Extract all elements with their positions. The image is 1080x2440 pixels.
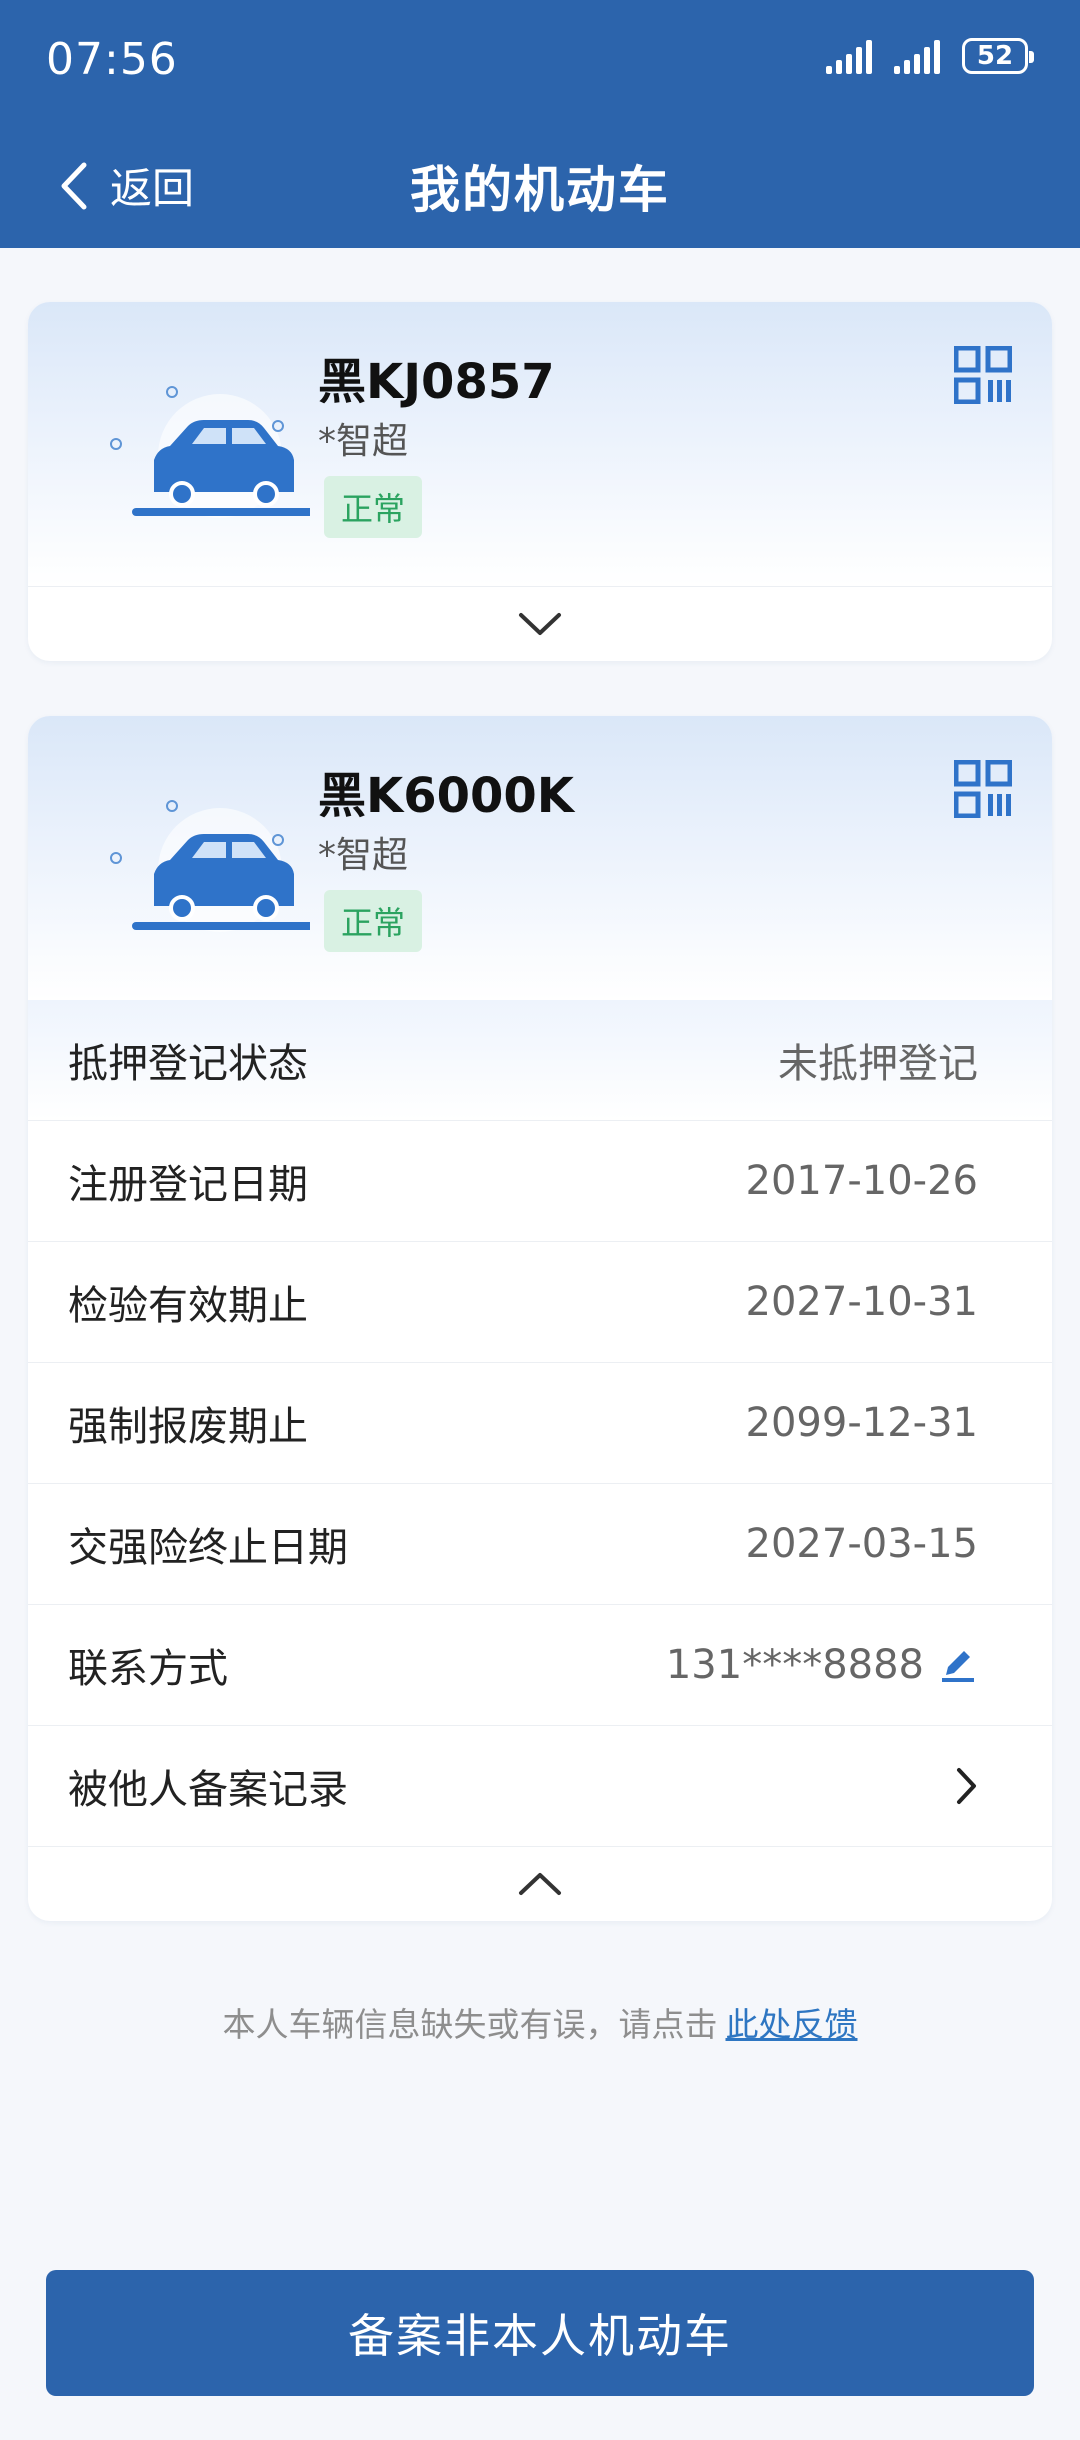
detail-label: 被他人备案记录 xyxy=(68,1767,348,1813)
detail-value: 2017-10-26 xyxy=(745,1158,978,1204)
contact-value-wrap: 131****8888 xyxy=(666,1642,978,1688)
qr-code-icon[interactable] xyxy=(954,346,1012,404)
detail-row-registration-date: 注册登记日期 2017-10-26 xyxy=(28,1121,1052,1242)
feedback-link[interactable]: 此处反馈 xyxy=(726,2005,858,2044)
chevron-down-icon xyxy=(519,613,561,635)
detail-label: 注册登记日期 xyxy=(68,1162,308,1208)
plate-number: 黑K6000K xyxy=(318,768,574,824)
detail-row-filing-records[interactable]: 被他人备案记录 xyxy=(28,1726,1052,1847)
detail-value: 2099-12-31 xyxy=(745,1400,978,1446)
owner-name: *智超 xyxy=(318,421,409,462)
vehicle-details-list: 抵押登记状态 未抵押登记 注册登记日期 2017-10-26 检验有效期止 20… xyxy=(28,1000,1052,1847)
vehicle-card-2[interactable]: 黑K6000K *智超 正常 抵押登记状态 未抵押登记 注册登记日期 2017-… xyxy=(28,716,1052,1921)
register-other-vehicle-button[interactable]: 备案非本人机动车 xyxy=(46,2270,1034,2396)
page-title: 我的机动车 xyxy=(410,161,670,219)
signal-icon xyxy=(826,38,872,74)
vehicle-card-1[interactable]: 黑KJ0857 *智超 正常 xyxy=(28,302,1052,661)
car-icon xyxy=(110,800,310,932)
edit-icon[interactable] xyxy=(938,1645,978,1685)
contact-phone: 131****8888 xyxy=(665,1642,924,1688)
qr-code-icon[interactable] xyxy=(954,760,1012,818)
app-header: 07:56 52 返回 我的机动车 xyxy=(0,0,1080,248)
detail-row-contact[interactable]: 联系方式 131****8888 xyxy=(28,1605,1052,1726)
feedback-message: 本人车辆信息缺失或有误，请点击 xyxy=(222,2005,718,2044)
detail-row-insurance-end: 交强险终止日期 2027-03-15 xyxy=(28,1484,1052,1605)
expand-toggle[interactable] xyxy=(28,586,1052,661)
vehicle-card-header: 黑KJ0857 *智超 正常 xyxy=(28,302,1052,586)
detail-label: 抵押登记状态 xyxy=(68,1041,308,1087)
detail-label: 联系方式 xyxy=(68,1646,228,1692)
chevron-up-icon xyxy=(519,1873,561,1895)
detail-label: 交强险终止日期 xyxy=(68,1525,348,1571)
plate-number: 黑KJ0857 xyxy=(318,354,555,410)
detail-value: 2027-10-31 xyxy=(745,1279,978,1325)
status-badge: 正常 xyxy=(324,890,422,952)
detail-row-inspection-valid: 检验有效期止 2027-10-31 xyxy=(28,1242,1052,1363)
battery-icon: 52 xyxy=(962,38,1034,74)
detail-row-scrap-date: 强制报废期止 2099-12-31 xyxy=(28,1363,1052,1484)
detail-row-mortgage: 抵押登记状态 未抵押登记 xyxy=(28,1000,1052,1121)
chevron-right-icon xyxy=(957,1768,976,1804)
owner-name: *智超 xyxy=(318,835,409,876)
feedback-text: 本人车辆信息缺失或有误，请点击 此处反馈 xyxy=(0,1998,1080,2046)
collapse-toggle[interactable] xyxy=(28,1847,1052,1921)
signal-icon-2 xyxy=(894,38,940,74)
battery-level: 52 xyxy=(976,41,1014,71)
car-icon xyxy=(110,386,310,518)
detail-value: 2027-03-15 xyxy=(745,1521,978,1567)
detail-label: 检验有效期止 xyxy=(68,1283,308,1329)
status-indicators: 52 xyxy=(826,38,1034,74)
detail-label: 强制报废期止 xyxy=(68,1404,308,1450)
detail-value: 未抵押登记 xyxy=(778,1041,978,1087)
status-badge: 正常 xyxy=(324,476,422,538)
vehicle-card-header: 黑K6000K *智超 正常 xyxy=(28,716,1052,1000)
status-time: 07:56 xyxy=(46,34,178,85)
